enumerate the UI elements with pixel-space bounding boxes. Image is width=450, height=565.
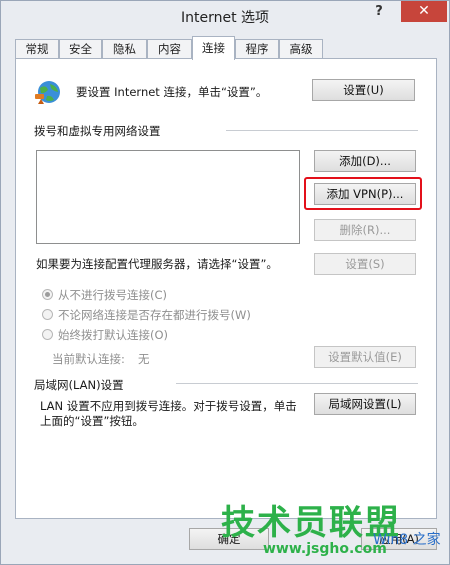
lan-settings-button[interactable]: 局域网设置(L) <box>314 393 416 415</box>
help-button[interactable]: ? <box>371 4 387 20</box>
dialup-divider <box>226 130 418 131</box>
watermark-url: www.jsgho.com <box>263 541 387 557</box>
tab-connections[interactable]: 连接 <box>192 36 235 60</box>
close-button[interactable]: ✕ <box>401 1 447 22</box>
remove-button[interactable]: 删除(R)... <box>314 219 416 241</box>
title-bar: Internet 选项 ? ✕ <box>1 1 449 31</box>
never-dial-radio[interactable] <box>42 289 53 300</box>
lan-description-line2: 上面的“设置”按钮。 <box>40 414 144 428</box>
current-default-label: 当前默认连接: <box>52 352 125 366</box>
connections-panel: 要设置 Internet 连接，单击“设置”。 设置(U) 拨号和虚拟专用网络设… <box>15 58 437 519</box>
tab-advanced[interactable]: 高级 <box>279 39 323 59</box>
connections-listbox[interactable] <box>36 150 300 244</box>
network-globe-icon <box>35 81 60 104</box>
add-connection-button[interactable]: 添加(D)... <box>314 150 416 172</box>
lan-description-line1: LAN 设置不应用到拨号连接。对于拨号设置，单击 <box>40 399 297 413</box>
setup-button[interactable]: 设置(U) <box>312 79 415 101</box>
setup-instruction: 要设置 Internet 连接，单击“设置”。 <box>76 85 268 99</box>
lan-section-title: 局域网(LAN)设置 <box>34 378 124 392</box>
add-vpn-highlight <box>304 177 422 210</box>
tab-content[interactable]: 内容 <box>147 39 192 59</box>
tab-privacy[interactable]: 隐私 <box>102 39 147 59</box>
never-dial-label: 从不进行拨号连接(C) <box>58 288 168 302</box>
set-default-button[interactable]: 设置默认值(E) <box>314 346 416 368</box>
dialup-section-title: 拨号和虚拟专用网络设置 <box>34 124 161 138</box>
dial-whenever-label: 不论网络连接是否存在都进行拨号(W) <box>58 308 251 322</box>
lan-divider <box>176 383 418 384</box>
dialup-settings-button[interactable]: 设置(S) <box>314 253 416 275</box>
watermark-logo-text: Win8 之家 <box>373 532 441 548</box>
tab-security[interactable]: 安全 <box>59 39 102 59</box>
current-default-value: 无 <box>138 352 150 366</box>
internet-options-dialog: Internet 选项 ? ✕ 常规 安全 隐私 内容 连接 程序 高级 要设置… <box>0 0 450 565</box>
tab-programs[interactable]: 程序 <box>235 39 279 59</box>
proxy-instruction: 如果要为连接配置代理服务器，请选择“设置”。 <box>36 257 278 271</box>
dial-whenever-radio[interactable] <box>42 309 53 320</box>
tab-general[interactable]: 常规 <box>15 39 59 59</box>
always-dial-radio[interactable] <box>42 329 53 340</box>
always-dial-label: 始终拨打默认连接(O) <box>58 328 169 342</box>
